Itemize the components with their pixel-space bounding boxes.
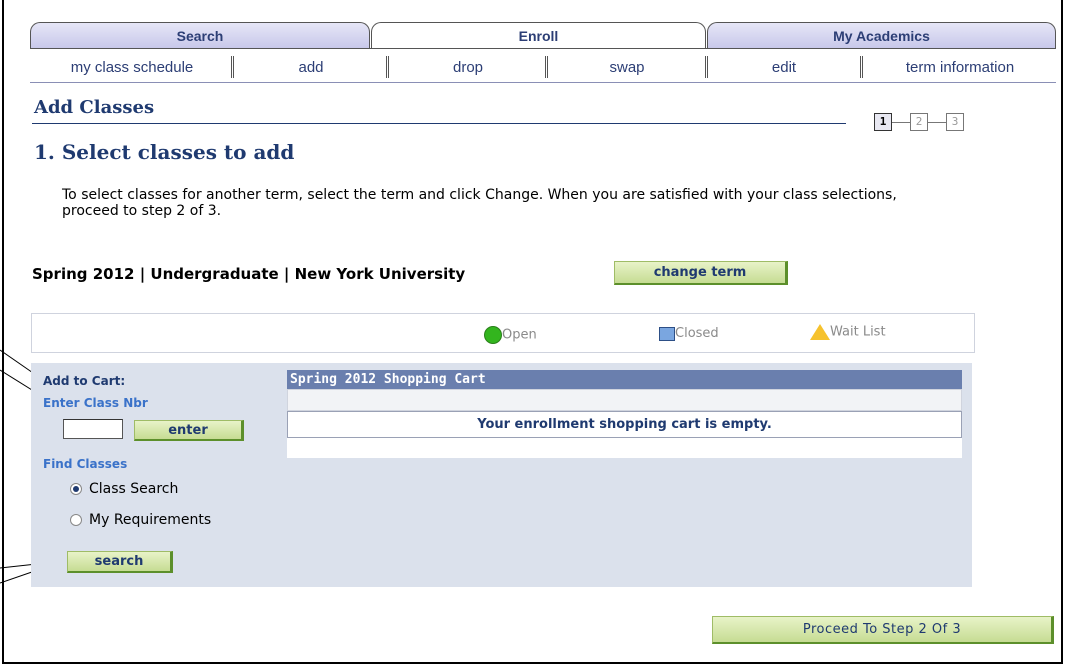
find-classes-label: Find Classes (43, 457, 128, 471)
subtab-divider (30, 82, 1056, 83)
subtab-add[interactable]: add (236, 54, 386, 82)
subtab-separator (386, 56, 389, 78)
status-legend: Open Closed Wait List (31, 313, 975, 353)
subtab-drop[interactable]: drop (392, 54, 544, 82)
subtab-separator (860, 56, 863, 78)
proceed-step-2-button[interactable]: Proceed To Step 2 Of 3 (712, 616, 1054, 644)
radio-button-selected[interactable] (70, 483, 82, 495)
radio-button[interactable] (70, 514, 82, 526)
step-connector (928, 122, 946, 123)
step-2: 2 (910, 113, 928, 131)
legend-open: Open (484, 326, 537, 344)
enter-class-nbr-label: Enter Class Nbr (43, 396, 148, 410)
subtab-swap[interactable]: swap (551, 54, 703, 82)
step-1: 1 (874, 113, 892, 131)
subtab-separator (545, 56, 548, 78)
class-nbr-input[interactable] (63, 419, 123, 439)
step-title: 1. Select classes to add (34, 140, 295, 164)
search-button[interactable]: search (67, 551, 173, 573)
step-3: 3 (946, 113, 964, 131)
title-rule (32, 123, 846, 124)
tab-search[interactable]: Search (30, 22, 370, 48)
legend-closed-label: Closed (675, 326, 719, 341)
open-circle-icon (484, 326, 502, 344)
wait-list-triangle-icon (810, 324, 830, 340)
closed-square-icon (659, 326, 675, 341)
shopping-cart-table: Spring 2012 Shopping Cart Your enrollmen… (287, 370, 962, 458)
subtab-separator (231, 56, 234, 78)
shopping-cart-title: Spring 2012 Shopping Cart (287, 370, 962, 389)
change-term-button[interactable]: change term (614, 261, 788, 285)
shopping-cart-subheader (287, 389, 962, 411)
add-to-cart-heading: Add to Cart: (43, 374, 126, 388)
term-info: Spring 2012 | Undergraduate | New York U… (32, 265, 466, 283)
subtab-my-class-schedule[interactable]: my class schedule (34, 54, 230, 82)
shopping-cart-empty-message: Your enrollment shopping cart is empty. (287, 411, 962, 438)
tab-enroll[interactable]: Enroll (371, 22, 706, 49)
step-connector (892, 122, 910, 123)
radio-class-search-label: Class Search (89, 481, 179, 497)
subtab-edit[interactable]: edit (711, 54, 857, 82)
legend-wait-list: Wait List (810, 324, 886, 340)
tab-my-academics[interactable]: My Academics (707, 22, 1056, 48)
instructions-text: To select classes for another term, sele… (62, 187, 897, 219)
radio-class-search[interactable]: Class Search (70, 481, 178, 497)
radio-my-requirements[interactable]: My Requirements (70, 512, 211, 528)
legend-open-label: Open (502, 327, 537, 343)
subtab-separator (705, 56, 708, 78)
shopping-cart-footer (287, 438, 962, 458)
enter-button[interactable]: enter (134, 420, 244, 441)
legend-closed: Closed (659, 326, 719, 341)
radio-my-requirements-label: My Requirements (89, 512, 212, 528)
tab-divider (30, 48, 1056, 49)
legend-wait-list-label: Wait List (830, 324, 886, 340)
page-title: Add Classes (34, 97, 155, 118)
subtab-term-information[interactable]: term information (866, 54, 1054, 82)
